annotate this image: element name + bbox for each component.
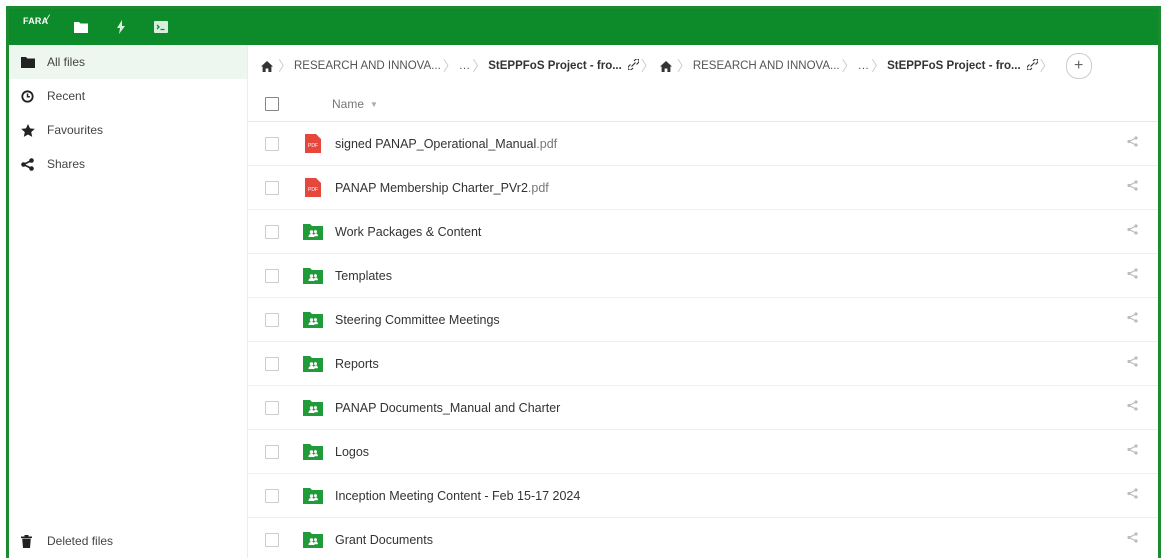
sidebar-item-all-files[interactable]: All files <box>9 45 247 79</box>
file-name[interactable]: Steering Committee Meetings <box>335 313 500 327</box>
breadcrumb-research[interactable]: RESEARCH AND INNOVA... <box>693 60 840 72</box>
shared-folder-icon <box>303 266 323 286</box>
file-name[interactable]: Work Packages & Content <box>335 225 481 239</box>
shared-folder-icon <box>303 310 323 330</box>
terminal-icon[interactable] <box>141 9 181 45</box>
row-checkbox[interactable] <box>265 444 279 459</box>
app-window: FARA ⁄ All files Recent Favourites Share… <box>6 6 1161 558</box>
file-row[interactable]: PANAP Documents_Manual and Charter <box>248 386 1158 430</box>
shared-folder-icon <box>303 222 323 242</box>
trash-icon <box>21 534 47 548</box>
select-all-checkbox[interactable] <box>265 97 279 111</box>
link-icon <box>1026 58 1039 73</box>
share-icon[interactable] <box>1127 268 1138 282</box>
main-content: 〉 RESEARCH AND INNOVA... 〉 … 〉 StEPPFoS … <box>248 45 1158 558</box>
row-checkbox[interactable] <box>265 400 279 415</box>
share-icon[interactable] <box>1127 136 1138 150</box>
row-checkbox[interactable] <box>265 312 279 327</box>
breadcrumb: 〉 RESEARCH AND INNOVA... 〉 … 〉 StEPPFoS … <box>248 45 1158 87</box>
file-list-header: Name ▼ <box>248 87 1158 122</box>
file-name[interactable]: PANAP Documents_Manual and Charter <box>335 401 560 415</box>
fara-logo[interactable]: FARA ⁄ <box>23 13 61 36</box>
home-icon[interactable] <box>657 60 675 72</box>
shared-folder-icon <box>303 398 323 418</box>
sidebar-item-shares[interactable]: Shares <box>9 147 247 181</box>
sidebar-item-label: Shares <box>47 157 86 171</box>
home-icon[interactable] <box>258 60 276 72</box>
row-checkbox[interactable] <box>265 488 279 503</box>
file-row[interactable]: Logos <box>248 430 1158 474</box>
share-icon[interactable] <box>1127 400 1138 414</box>
file-row[interactable]: Inception Meeting Content - Feb 15-17 20… <box>248 474 1158 518</box>
share-icon <box>21 157 47 171</box>
sidebar-item-deleted-files[interactable]: Deleted files <box>9 524 247 558</box>
file-name[interactable]: PANAP Membership Charter_PVr2.pdf <box>335 181 549 195</box>
sidebar-item-favourites[interactable]: Favourites <box>9 113 247 147</box>
svg-text:PDF: PDF <box>308 187 318 193</box>
sort-icon[interactable]: ▼ <box>370 100 378 109</box>
files-icon[interactable] <box>61 9 101 45</box>
file-row[interactable]: PDF PANAP Membership Charter_PVr2.pdf <box>248 166 1158 210</box>
file-row[interactable]: Reports <box>248 342 1158 386</box>
row-checkbox[interactable] <box>265 136 279 151</box>
activity-icon[interactable] <box>101 9 141 45</box>
breadcrumb-project[interactable]: StEPPFoS Project - fro... <box>887 58 1039 73</box>
file-name[interactable]: signed PANAP_Operational_Manual.pdf <box>335 137 557 151</box>
row-checkbox[interactable] <box>265 268 279 283</box>
folder-icon <box>21 56 47 68</box>
row-checkbox[interactable] <box>265 180 279 195</box>
file-row[interactable]: Grant Documents <box>248 518 1158 558</box>
sidebar-item-label: Deleted files <box>47 534 114 548</box>
pdf-file-icon: PDF <box>303 134 323 154</box>
star-icon <box>21 123 47 137</box>
file-row[interactable]: Templates <box>248 254 1158 298</box>
sidebar-item-label: All files <box>47 55 86 69</box>
shared-folder-icon <box>303 486 323 506</box>
share-icon[interactable] <box>1127 180 1138 194</box>
row-checkbox[interactable] <box>265 532 279 547</box>
file-name[interactable]: Logos <box>335 445 369 459</box>
top-bar: FARA ⁄ <box>9 9 1158 45</box>
breadcrumb-research[interactable]: RESEARCH AND INNOVA... <box>294 60 441 72</box>
shared-folder-icon <box>303 530 323 550</box>
shared-folder-icon <box>303 442 323 462</box>
file-name[interactable]: Grant Documents <box>335 533 433 547</box>
breadcrumb-project[interactable]: StEPPFoS Project - fro... <box>488 58 640 73</box>
shared-folder-icon <box>303 354 323 374</box>
clock-icon <box>21 89 47 103</box>
sidebar-item-recent[interactable]: Recent <box>9 79 247 113</box>
file-name[interactable]: Inception Meeting Content - Feb 15-17 20… <box>335 489 580 503</box>
link-icon <box>627 58 640 73</box>
name-column-header[interactable]: Name <box>332 97 364 111</box>
file-name[interactable]: Templates <box>335 269 392 283</box>
add-button[interactable]: + <box>1065 53 1092 79</box>
file-list: PDF signed PANAP_Operational_Manual.pdf PD… <box>248 122 1158 558</box>
sidebar-item-label: Favourites <box>47 123 104 137</box>
breadcrumb-more[interactable]: … <box>459 60 471 72</box>
row-checkbox[interactable] <box>265 224 279 239</box>
share-icon[interactable] <box>1127 224 1138 238</box>
sidebar: All files Recent Favourites Shares Delet… <box>9 45 248 558</box>
share-icon[interactable] <box>1127 356 1138 370</box>
breadcrumb-more[interactable]: … <box>858 60 870 72</box>
svg-text:PDF: PDF <box>308 143 318 149</box>
share-icon[interactable] <box>1127 488 1138 502</box>
row-checkbox[interactable] <box>265 356 279 371</box>
share-icon[interactable] <box>1127 532 1138 546</box>
share-icon[interactable] <box>1127 312 1138 326</box>
sidebar-item-label: Recent <box>47 89 86 103</box>
file-row[interactable]: Work Packages & Content <box>248 210 1158 254</box>
share-icon[interactable] <box>1127 444 1138 458</box>
file-name[interactable]: Reports <box>335 357 379 371</box>
file-row[interactable]: Steering Committee Meetings <box>248 298 1158 342</box>
file-row[interactable]: PDF signed PANAP_Operational_Manual.pdf <box>248 122 1158 166</box>
pdf-file-icon: PDF <box>303 178 323 198</box>
